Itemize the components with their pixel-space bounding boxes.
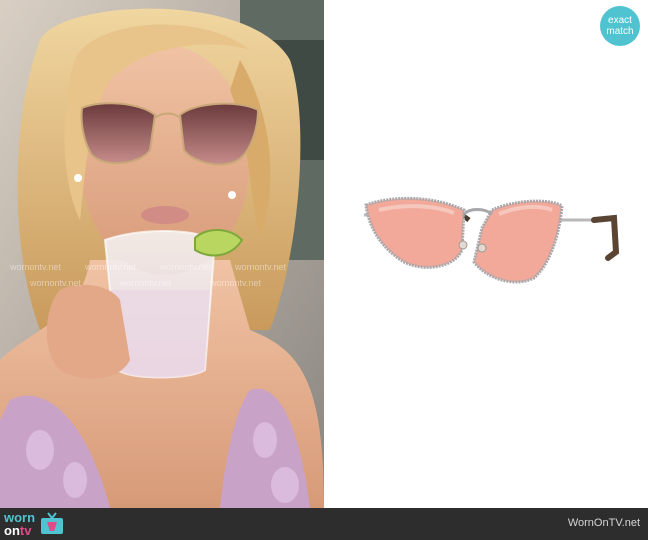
product-panel (324, 0, 648, 508)
watermark-text: wornontv.net (10, 262, 61, 272)
watermark-text: wornontv.net (30, 278, 81, 288)
sunglasses-product-image[interactable] (324, 0, 648, 508)
watermark-text: wornontv.net (235, 262, 286, 272)
wornontv-logo[interactable]: worn ontv (4, 511, 65, 537)
watermark-text: wornontv.net (85, 262, 136, 272)
logo-on-text: on (4, 523, 20, 538)
tv-icon (41, 512, 64, 534)
logo-wordmark: worn ontv (4, 511, 35, 537)
woman-photo (0, 0, 324, 508)
logo-tv-text: tv (19, 523, 32, 538)
footer-site-name: WornOnTV.net (567, 517, 640, 529)
watermark-text: wornontv.net (210, 278, 261, 288)
watermark-text: wornontv.net (120, 278, 171, 288)
watermark-text: wornontv.net (160, 262, 211, 272)
photo-panel: wornontv.net wornontv.net wornontv.net w… (0, 0, 324, 508)
badge-line-2: match (606, 26, 634, 37)
exact-match-badge: exact match (600, 6, 640, 46)
badge-line-1: exact (608, 15, 632, 26)
footer-bar: worn ontv WornOnTV.net (0, 508, 648, 540)
